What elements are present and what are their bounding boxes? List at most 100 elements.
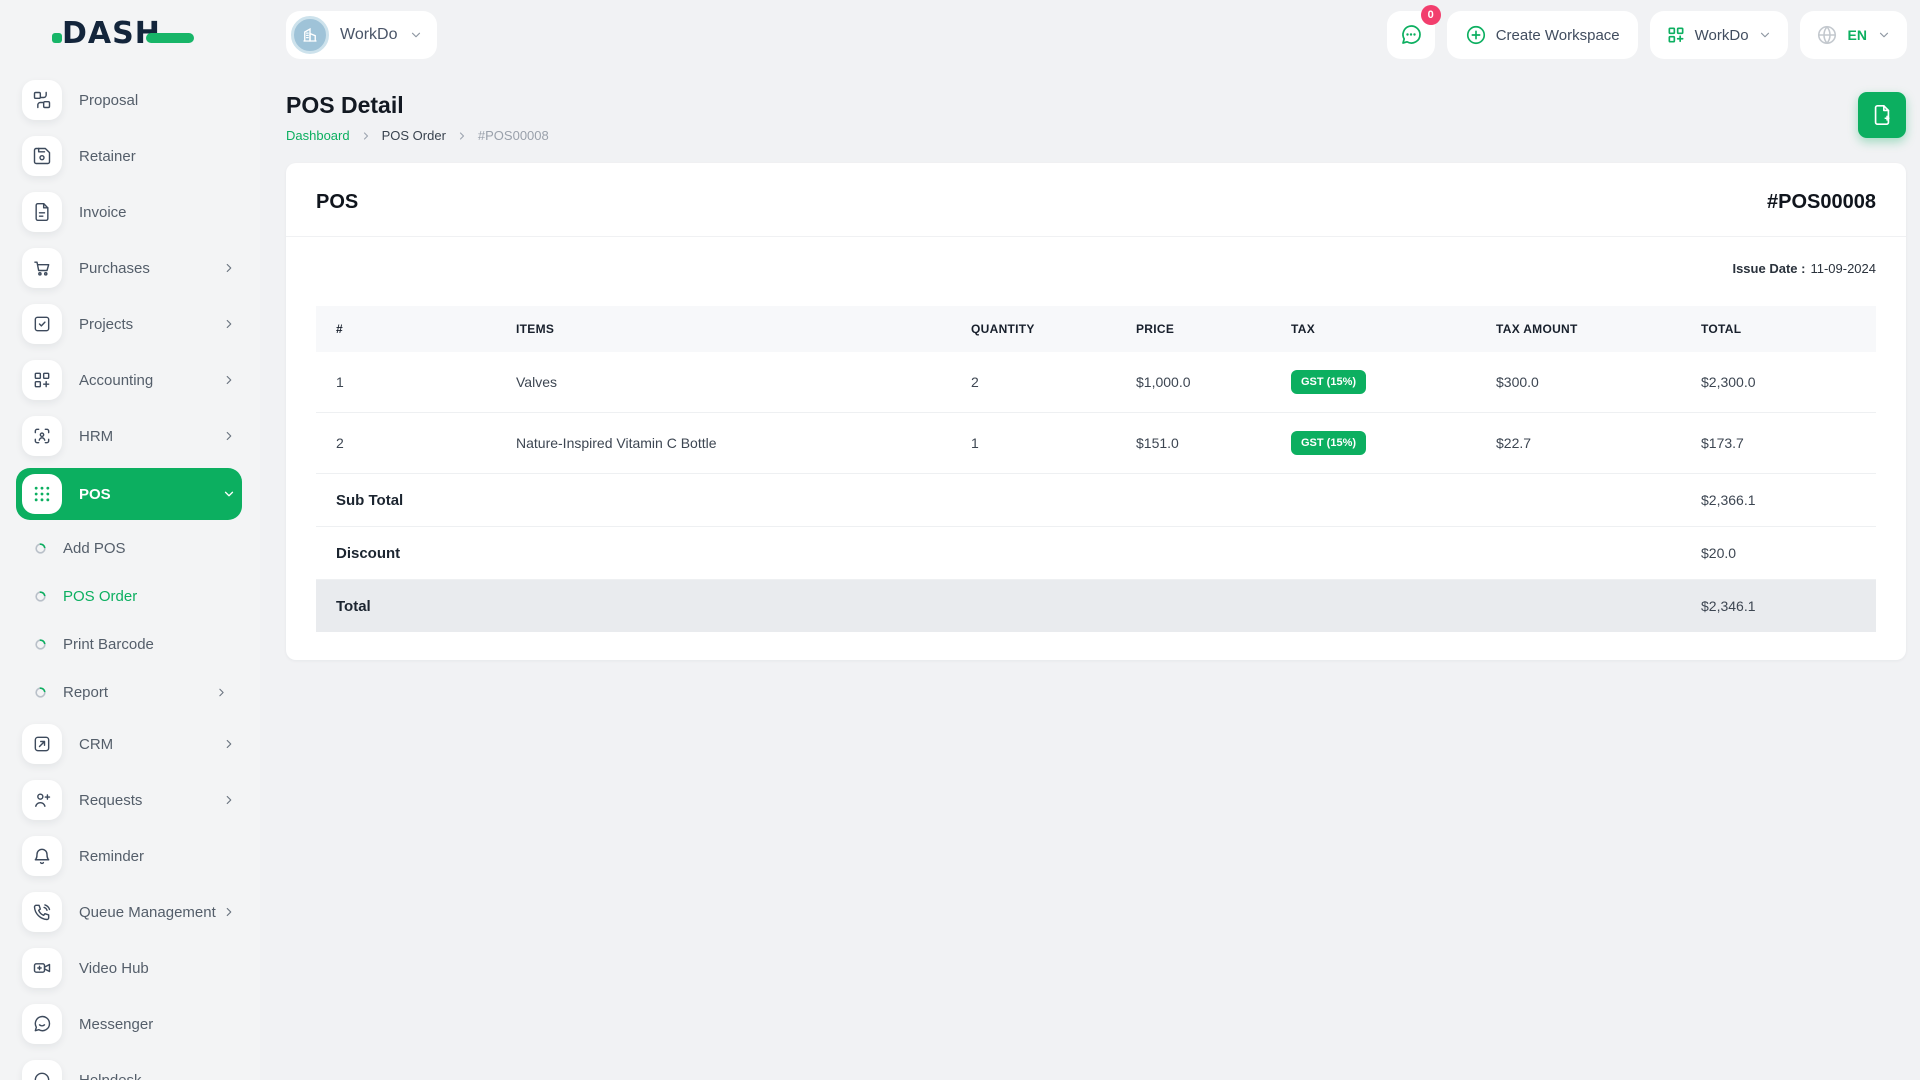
sidebar-item-purchases[interactable]: Purchases <box>16 240 242 296</box>
video-camera-icon <box>22 948 62 988</box>
pos-number: #POS00008 <box>1767 191 1876 213</box>
breadcrumb-section: POS Order <box>381 128 446 143</box>
sidebar-item-label: Reminder <box>79 847 145 865</box>
subtotal-label: Sub Total <box>316 473 1681 527</box>
sidebar-item-retainer[interactable]: Retainer <box>16 128 242 184</box>
phone-call-icon <box>22 892 62 932</box>
page-header: POS Detail Dashboard POS Order #POS00008 <box>260 70 1920 143</box>
user-plus-icon <box>22 780 62 820</box>
sidebar-item-label: Retainer <box>79 147 136 165</box>
cell-price: $151.0 <box>1116 412 1271 474</box>
sidebar-item-requests[interactable]: Requests <box>16 772 242 828</box>
file-plus-icon <box>1874 105 1890 125</box>
grid-plus-icon <box>22 360 62 400</box>
subtotal-row: Sub Total $2,366.1 <box>316 473 1876 527</box>
sidebar-item-projects[interactable]: Projects <box>16 296 242 352</box>
chevron-right-icon <box>222 373 236 387</box>
sidebar-subitem-add-pos[interactable]: Add POS <box>16 524 242 572</box>
chevron-right-icon <box>222 793 236 807</box>
sidebar-item-label: Requests <box>79 791 143 809</box>
cell-item: Valves <box>496 352 951 413</box>
cell-item: Nature-Inspired Vitamin C Bottle <box>496 412 951 474</box>
cell-total: $173.7 <box>1681 412 1876 474</box>
chat-bubble-icon <box>22 1004 62 1044</box>
sidebar-item-label: CRM <box>79 735 114 753</box>
logo-accent-bar <box>146 33 194 43</box>
sidebar-subitem-label: Report <box>63 683 109 701</box>
progress-circle-icon <box>34 590 47 603</box>
tax-badge: GST (15%) <box>1291 370 1367 394</box>
sidebar-item-video-hub[interactable]: Video Hub <box>16 940 242 996</box>
dash-logo[interactable]: DASH <box>0 0 260 64</box>
subtotal-value: $2,366.1 <box>1681 473 1876 527</box>
sidebar-item-helpdesk[interactable]: Helpdesk <box>16 1052 242 1080</box>
cell-price: $1,000.0 <box>1116 352 1271 413</box>
cell-tax: GST (15%) <box>1271 352 1476 413</box>
workspace-switcher[interactable]: WorkDo <box>286 11 437 59</box>
sidebar-item-proposal[interactable]: Proposal <box>16 72 242 128</box>
sidebar-item-crm[interactable]: CRM <box>16 716 242 772</box>
topbar: WorkDo 0 Create Workspace WorkDo EN <box>260 0 1920 70</box>
pos-detail-card: POS #POS00008 Issue Date : 11-09-2024 # … <box>286 163 1906 660</box>
sidebar-item-label: HRM <box>79 427 114 445</box>
progress-circle-icon <box>34 638 47 651</box>
export-pos-button[interactable] <box>1858 92 1906 138</box>
col-header-num: # <box>316 306 496 352</box>
main-area: WorkDo 0 Create Workspace WorkDo EN POS … <box>260 0 1920 1080</box>
cell-tax: GST (15%) <box>1271 412 1476 474</box>
breadcrumb-dashboard-link[interactable]: Dashboard <box>286 128 350 143</box>
sidebar-subitem-report[interactable]: Report <box>16 668 242 716</box>
cell-total: $2,300.0 <box>1681 352 1876 413</box>
sidebar-subitem-pos-order[interactable]: POS Order <box>16 572 242 620</box>
chevron-right-icon <box>222 317 236 331</box>
dots-grid-icon <box>22 474 62 514</box>
workdo-menu-button[interactable]: WorkDo <box>1649 11 1788 59</box>
chevron-right-icon <box>222 905 236 919</box>
messages-badge: 0 <box>1420 5 1441 25</box>
table-row: 1 Valves 2 $1,000.0 GST (15%) $300.0 $2,… <box>316 352 1876 413</box>
workdo-menu-label: WorkDo <box>1694 26 1749 44</box>
plus-circle-icon <box>1465 24 1487 46</box>
breadcrumb-current: #POS00008 <box>477 128 549 143</box>
sidebar-item-label: Invoice <box>79 203 127 221</box>
sidebar-item-messenger[interactable]: Messenger <box>16 996 242 1052</box>
logo-text: DASH <box>62 16 161 51</box>
bell-icon <box>22 836 62 876</box>
discount-value: $20.0 <box>1681 526 1876 580</box>
pos-card-header: POS #POS00008 <box>286 163 1906 237</box>
logo-accent-dot <box>52 33 62 43</box>
sidebar-item-reminder[interactable]: Reminder <box>16 828 242 884</box>
sidebar-item-pos[interactable]: POS <box>16 468 242 520</box>
chevron-right-icon <box>360 130 372 142</box>
issue-date-value: 11-09-2024 <box>1810 261 1876 276</box>
sidebar-item-accounting[interactable]: Accounting <box>16 352 242 408</box>
chevron-right-icon <box>222 261 236 275</box>
sidebar-item-label: Purchases <box>79 259 150 277</box>
language-selector[interactable]: EN <box>1799 11 1907 59</box>
col-header-items: ITEMS <box>496 306 951 352</box>
issue-date-label: Issue Date : <box>1732 261 1806 276</box>
sidebar-item-invoice[interactable]: Invoice <box>16 184 242 240</box>
sidebar-item-label: Projects <box>79 315 134 333</box>
scan-user-icon <box>22 416 62 456</box>
sidebar-item-label: POS <box>79 485 111 503</box>
sidebar: DASH Proposal Retainer Invoice Purchases… <box>0 0 260 1080</box>
sidebar-item-label: Queue Management <box>79 903 216 921</box>
cell-quantity: 2 <box>951 352 1116 413</box>
cell-num: 2 <box>316 412 496 474</box>
cart-icon <box>22 248 62 288</box>
messages-button[interactable]: 0 <box>1386 5 1441 59</box>
col-header-tax-amount: TAX AMOUNT <box>1476 306 1681 352</box>
sidebar-item-hrm[interactable]: HRM <box>16 408 242 464</box>
create-workspace-button[interactable]: Create Workspace <box>1446 11 1638 59</box>
workspace-avatar <box>291 16 329 54</box>
discount-row: Discount $20.0 <box>316 526 1876 580</box>
app-root: DASH Proposal Retainer Invoice Purchases… <box>0 0 1920 1080</box>
sidebar-item-queue-management[interactable]: Queue Management <box>16 884 242 940</box>
sidebar-subitem-print-barcode[interactable]: Print Barcode <box>16 620 242 668</box>
cell-tax-amount: $22.7 <box>1476 412 1681 474</box>
breadcrumb: Dashboard POS Order #POS00008 <box>286 128 549 143</box>
col-header-quantity: QUANTITY <box>951 306 1116 352</box>
save-icon <box>22 136 62 176</box>
cell-num: 1 <box>316 352 496 413</box>
